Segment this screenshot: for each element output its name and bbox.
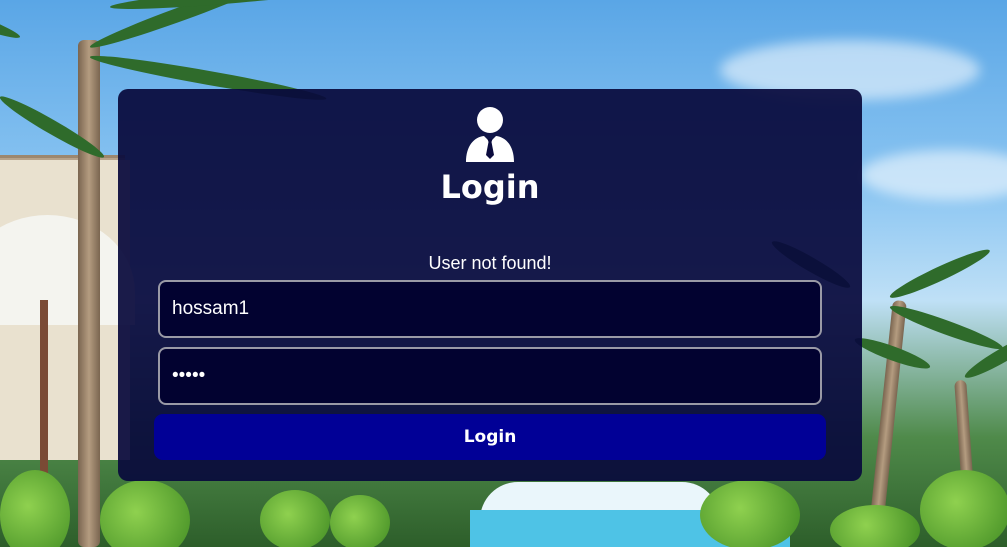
password-input[interactable] <box>158 347 822 405</box>
login-page: Login User not found! Login <box>0 0 1007 547</box>
username-input[interactable] <box>158 280 822 338</box>
user-tie-icon <box>466 107 514 162</box>
login-card: Login User not found! Login <box>118 89 862 481</box>
error-message: User not found! <box>428 253 552 273</box>
login-button[interactable]: Login <box>154 414 826 460</box>
login-title: Login <box>440 168 540 206</box>
